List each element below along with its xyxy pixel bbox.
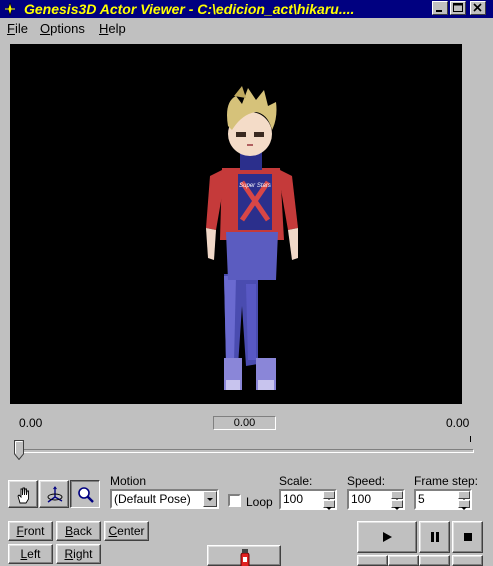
title-bar[interactable]: Genesis3D Actor Viewer - C:\edicion_act\… [0,0,493,18]
speed-down-button[interactable] [391,500,403,510]
timeline-end: 0.00 [446,416,470,430]
menu-file[interactable]: File [7,21,28,36]
speed-spinner[interactable]: 100 [347,489,405,510]
step-back-button[interactable] [388,555,419,566]
timeline-current: 0.00 [213,416,276,430]
shirt-logo: Super Stars [239,183,271,189]
front-view-button[interactable]: Front [8,521,53,541]
next-frame-button[interactable] [452,555,483,566]
timeline-slider-track[interactable] [18,449,474,453]
scale-label: Scale: [279,474,313,488]
left-view-button[interactable]: Left [8,544,53,564]
actor-viewport[interactable]: Super Stars [10,44,462,404]
pause-icon [430,532,439,542]
frame-step-label: Frame step: [414,474,479,488]
extinguisher-icon [240,549,250,566]
loop-checkbox[interactable] [228,494,241,507]
frame-step-value: 5 [418,492,425,506]
scale-spinner[interactable]: 100 [279,489,337,510]
motion-dropdown-button[interactable] [203,491,217,507]
speed-up-button[interactable] [391,491,403,502]
timeline-start: 0.00 [19,416,43,430]
step-forward-button[interactable] [419,555,450,566]
motion-select[interactable]: (Default Pose) [110,489,219,509]
arrow-down-icon [461,507,467,510]
stop-button[interactable] [452,521,483,553]
speed-label: Speed: [347,474,386,488]
hand-icon [17,487,29,504]
play-icon [383,532,392,542]
right-view-button[interactable]: Right [56,544,101,564]
motion-label: Motion [110,474,147,488]
speed-value: 100 [351,492,372,506]
genesis-app-icon [5,2,15,16]
minimize-icon [436,10,442,12]
window-title: Genesis3D Actor Viewer - C:\edicion_act\… [24,1,355,17]
scale-up-button[interactable] [323,491,335,502]
zoom-icon [78,487,94,503]
minimize-button[interactable] [432,1,448,15]
prev-frame-button[interactable] [357,555,388,566]
frame-step-down-button[interactable] [458,500,470,510]
rotate-tool-button[interactable] [39,480,69,508]
maximize-icon [453,3,463,12]
close-icon [473,3,482,12]
maximize-button[interactable] [450,1,466,15]
scale-down-button[interactable] [323,500,335,510]
close-button[interactable] [470,1,486,15]
menu-help[interactable]: Help [99,21,126,36]
motion-selected: (Default Pose) [114,492,191,506]
play-button[interactable] [357,521,417,553]
pan-tool-button[interactable] [8,480,38,508]
center-view-button[interactable]: Center [104,521,149,541]
chevron-down-icon [207,498,213,501]
stop-icon [463,533,472,541]
timeline-end-tick [470,436,471,442]
zoom-tool-button[interactable] [70,480,100,508]
rotate-axes-icon [47,486,63,503]
pause-button[interactable] [419,521,450,553]
menu-options[interactable]: Options [40,21,85,36]
menu-bar: File Options Help [0,18,493,38]
scale-value: 100 [283,492,304,506]
arrow-down-icon [326,507,332,510]
timeline-slider-thumb[interactable] [14,440,24,460]
reset-button[interactable] [207,545,281,566]
loop-label: Loop [246,495,273,509]
arrow-down-icon [394,507,400,510]
actor-model: Super Stars [206,86,298,390]
back-view-button[interactable]: Back [56,521,101,541]
right-edge-panel [462,44,493,404]
frame-step-spinner[interactable]: 5 [414,489,472,510]
frame-step-up-button[interactable] [458,491,470,502]
